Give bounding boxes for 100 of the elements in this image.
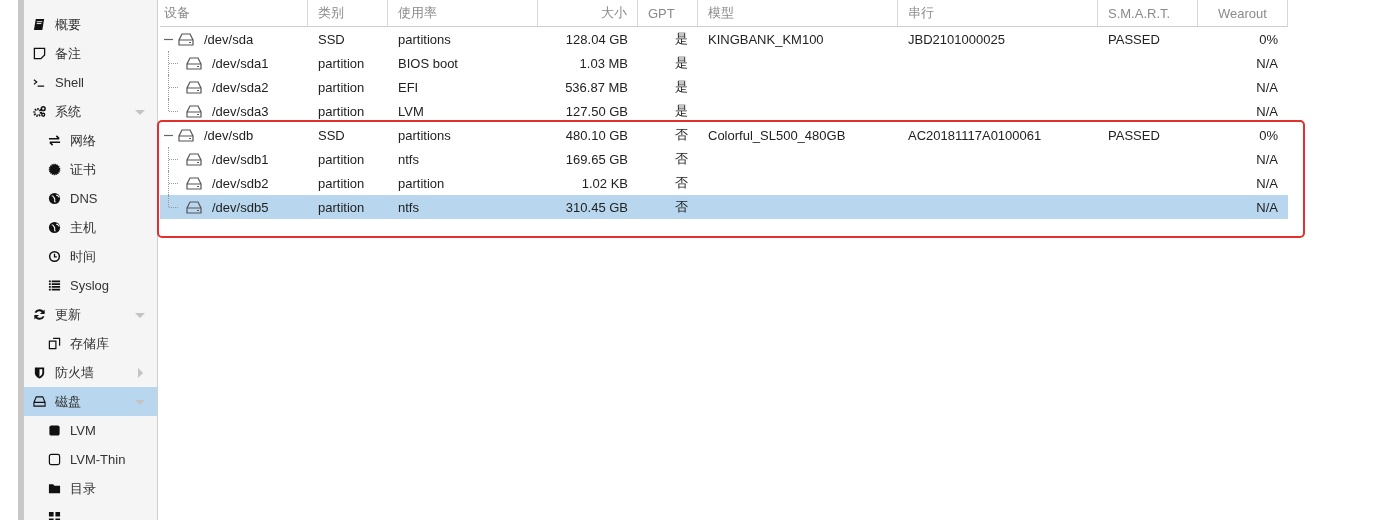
column-header[interactable]: 使用率 xyxy=(388,0,538,26)
column-header[interactable]: Wearout xyxy=(1198,0,1288,26)
wearout-cell: N/A xyxy=(1256,103,1278,119)
column-header[interactable]: 模型 xyxy=(698,0,898,26)
column-header[interactable]: 类别 xyxy=(308,0,388,26)
serial-cell: JBD2101000025 xyxy=(908,31,1005,47)
cert-icon xyxy=(48,163,61,176)
sidebar-label: 网络 xyxy=(70,131,96,150)
shield-icon xyxy=(33,366,46,379)
caret-down-icon[interactable] xyxy=(135,310,145,320)
globe-icon xyxy=(48,192,61,205)
sidebar-item[interactable]: LVM-Thin xyxy=(24,445,157,474)
square-outline-icon xyxy=(48,453,61,466)
clock-icon xyxy=(48,250,61,263)
size-cell: 128.04 GB xyxy=(565,31,628,47)
sidebar-item[interactable]: Shell xyxy=(24,68,157,97)
device-type: partition xyxy=(318,55,365,71)
sidebar-item[interactable]: Syslog xyxy=(24,271,157,300)
caret-right-icon[interactable] xyxy=(135,368,145,378)
hard-disk-icon xyxy=(186,176,202,190)
usage-cell: EFI xyxy=(398,79,419,95)
device-name: /dev/sdb xyxy=(204,127,254,143)
device-type: partition xyxy=(318,151,365,167)
usage-cell: partition xyxy=(398,175,445,191)
sidebar-item[interactable]: 更新 xyxy=(24,300,157,329)
smart-cell: PASSED xyxy=(1108,31,1160,47)
square-icon xyxy=(48,424,61,437)
sidebar-label: Syslog xyxy=(70,278,110,293)
column-header[interactable]: 串行 xyxy=(898,0,1098,26)
gpt-cell: 否 xyxy=(675,174,688,192)
wearout-cell: N/A xyxy=(1256,55,1278,71)
size-cell: 536.87 MB xyxy=(565,79,628,95)
usage-cell: BIOS boot xyxy=(398,55,458,71)
size-cell: 1.03 MB xyxy=(579,55,628,71)
device-type: partition xyxy=(318,175,365,191)
usage-cell: partitions xyxy=(398,127,451,143)
device-name: /dev/sda3 xyxy=(212,103,269,119)
sidebar-item[interactable]: DNS xyxy=(24,184,157,213)
wearout-cell: 0% xyxy=(1259,127,1278,143)
device-name: /dev/sdb2 xyxy=(212,175,269,191)
gpt-cell: 是 xyxy=(675,54,688,72)
sidebar-item[interactable]: LVM xyxy=(24,416,157,445)
device-type: SSD xyxy=(318,31,345,47)
gears-icon xyxy=(33,105,46,118)
sidebar-item[interactable]: 目录 xyxy=(24,474,157,503)
sidebar-label: Shell xyxy=(55,75,84,90)
book-icon xyxy=(33,18,46,31)
column-header[interactable]: GPT xyxy=(638,0,698,26)
wearout-cell: N/A xyxy=(1256,175,1278,191)
device-name: /dev/sdb5 xyxy=(212,199,269,215)
wearout-cell: N/A xyxy=(1256,199,1278,215)
caret-down-icon[interactable] xyxy=(135,107,145,117)
sidebar-item[interactable]: 备注 xyxy=(24,39,157,68)
hard-disk-icon xyxy=(186,56,202,70)
usage-cell: LVM xyxy=(398,103,424,119)
folder-icon xyxy=(48,482,61,495)
column-header[interactable]: 大小 xyxy=(538,0,638,26)
wearout-cell: 0% xyxy=(1259,31,1278,47)
caret-down-icon[interactable] xyxy=(135,397,145,407)
usage-cell: partitions xyxy=(398,31,451,47)
serial-cell: AC20181117A0100061 xyxy=(908,127,1042,143)
gpt-cell: 否 xyxy=(675,198,688,216)
column-header[interactable]: 设备 xyxy=(160,0,308,26)
hard-disk-icon xyxy=(186,200,202,214)
sidebar-item[interactable]: 网络 xyxy=(24,126,157,155)
sidebar-label: 防火墙 xyxy=(55,363,94,382)
wearout-cell: N/A xyxy=(1256,79,1278,95)
model-cell: KINGBANK_KM100 xyxy=(708,31,824,47)
sidebar-item[interactable]: 磁盘 xyxy=(24,387,157,416)
gpt-cell: 否 xyxy=(675,126,688,144)
sidebar-item[interactable]: 存储库 xyxy=(24,329,157,358)
size-cell: 480.10 GB xyxy=(565,127,628,143)
sidebar-label: 系统 xyxy=(55,102,81,121)
device-name: /dev/sdb1 xyxy=(212,151,269,167)
hard-disk-icon xyxy=(186,104,202,118)
sidebar-label: 时间 xyxy=(70,247,96,266)
device-type: SSD xyxy=(318,127,345,143)
terminal-icon xyxy=(33,76,46,89)
device-type: partition xyxy=(318,103,365,119)
column-header[interactable]: S.M.A.R.T. xyxy=(1098,0,1198,26)
sidebar-label: 概要 xyxy=(55,15,81,34)
sidebar-item[interactable]: 概要 xyxy=(24,10,157,39)
device-type: partition xyxy=(318,79,365,95)
device-name: /dev/sda xyxy=(204,31,254,47)
sidebar-item[interactable]: 系统 xyxy=(24,97,157,126)
sidebar-item[interactable]: 时间 xyxy=(24,242,157,271)
sidebar-item[interactable]: 主机 xyxy=(24,213,157,242)
smart-cell: PASSED xyxy=(1108,127,1160,143)
size-cell: 1.02 KB xyxy=(581,175,628,191)
sidebar-label: 目录 xyxy=(70,479,96,498)
wearout-cell: N/A xyxy=(1256,151,1278,167)
gpt-cell: 是 xyxy=(675,102,688,120)
globe-icon xyxy=(48,221,61,234)
sidebar-label: LVM xyxy=(70,423,96,438)
device-name: /dev/sda2 xyxy=(212,79,269,95)
arrows-icon xyxy=(48,134,61,147)
note-icon xyxy=(33,47,46,60)
sidebar-item[interactable]: 防火墙 xyxy=(24,358,157,387)
sidebar-item[interactable]: 证书 xyxy=(24,155,157,184)
hard-disk-icon xyxy=(186,152,202,166)
